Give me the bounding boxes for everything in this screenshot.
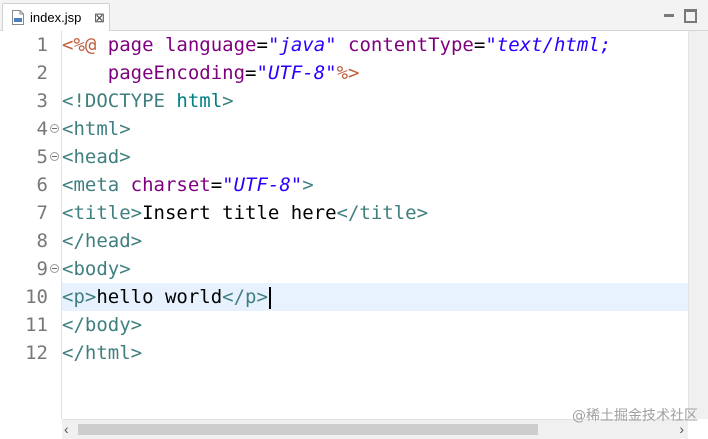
watermark: @稀土掘金技术社区 (572, 408, 698, 424)
tab-label: index.jsp (30, 10, 82, 25)
line-number: 6 (36, 174, 48, 196)
code-line[interactable]: <%@ page language="java" contentType="te… (62, 31, 611, 59)
code-token: pageEncoding (107, 62, 246, 84)
text-caret (268, 286, 271, 309)
code-token: page (107, 34, 165, 56)
vertical-scrollbar[interactable] (688, 31, 708, 419)
line-number: 3 (36, 90, 48, 112)
code-token: hello world (96, 286, 223, 308)
code-token: html (176, 90, 223, 112)
jsp-file-icon (12, 10, 24, 25)
code-token: </p> (222, 286, 268, 308)
code-token: </title> (336, 202, 429, 224)
code-line[interactable]: <p>hello world</p> (62, 283, 271, 311)
window-controls (660, 9, 700, 23)
code-token: = (473, 34, 486, 56)
code-token: %> (336, 62, 360, 84)
code-token: </body> (62, 314, 143, 336)
line-number-gutter: 1 2 3 4 5 6 7 8 9 10 11 12 (10, 31, 62, 419)
code-line[interactable]: </body> (62, 311, 142, 339)
code-token: </html> (62, 342, 143, 364)
code-token: <!DOCTYPE (62, 90, 177, 112)
code-editor[interactable]: 1 2 3 4 5 6 7 8 9 10 11 12 <%@ page language="java"… (0, 31, 708, 419)
scroll-left-icon[interactable]: ‹ (64, 421, 69, 437)
code-line[interactable]: </head> (62, 227, 142, 255)
code-line[interactable]: <body> (62, 255, 131, 283)
fold-toggle-icon[interactable] (50, 152, 59, 161)
code-token: "java" (267, 34, 337, 56)
line-number: 9 (36, 258, 48, 280)
code-line[interactable]: <!DOCTYPE html> (62, 87, 234, 115)
line-number: 7 (36, 202, 48, 224)
code-token: = (256, 34, 268, 56)
code-token: <%@ (62, 34, 108, 56)
code-token: <p> (62, 286, 97, 308)
code-token: "text/html; (485, 34, 612, 56)
code-line[interactable]: <html> (62, 115, 131, 143)
code-line[interactable]: </html> (62, 339, 142, 367)
code-token: charset (130, 174, 211, 196)
code-token: Insert title here (142, 202, 337, 224)
code-token: "UTF-8" (222, 174, 303, 196)
code-token: > (302, 174, 314, 196)
code-line[interactable]: <meta charset="UTF-8"> (62, 171, 314, 199)
scroll-thumb[interactable] (78, 424, 538, 435)
code-token: = (210, 174, 223, 196)
close-icon[interactable]: ⊠ (94, 11, 105, 24)
code-line[interactable]: <title>Insert title here</title> (62, 199, 428, 227)
line-number: 8 (36, 230, 48, 252)
code-token: <head> (62, 146, 131, 168)
fold-toggle-icon[interactable] (50, 124, 59, 133)
code-token: <meta (62, 174, 131, 196)
vertical-ruler (0, 31, 10, 419)
minimize-icon[interactable] (664, 14, 674, 17)
code-token: contentType (348, 34, 474, 56)
code-token: <body> (62, 258, 131, 280)
line-number: 10 (25, 286, 48, 308)
code-token: = (245, 62, 257, 84)
line-number: 4 (36, 118, 48, 140)
gutter-footer (0, 419, 62, 439)
code-token: language (164, 34, 257, 56)
maximize-icon[interactable] (684, 9, 697, 23)
code-area[interactable]: <%@ page language="java" contentType="te… (62, 31, 688, 419)
code-token: > (222, 90, 234, 112)
code-line[interactable]: <head> (62, 143, 131, 171)
code-token: "UTF-8" (256, 62, 337, 84)
tab-index-jsp[interactable]: index.jsp ⊠ (2, 3, 110, 31)
line-number: 12 (25, 342, 48, 364)
line-number: 11 (25, 314, 48, 336)
code-token: </head> (62, 230, 143, 252)
code-token: <title> (62, 202, 143, 224)
code-line[interactable]: pageEncoding="UTF-8"%> (62, 59, 360, 87)
fold-toggle-icon[interactable] (50, 264, 59, 273)
editor-tab-bar: index.jsp ⊠ (0, 0, 708, 31)
line-number: 2 (36, 62, 48, 84)
line-number: 1 (36, 34, 48, 56)
code-token: <html> (62, 118, 131, 140)
line-number: 5 (36, 146, 48, 168)
